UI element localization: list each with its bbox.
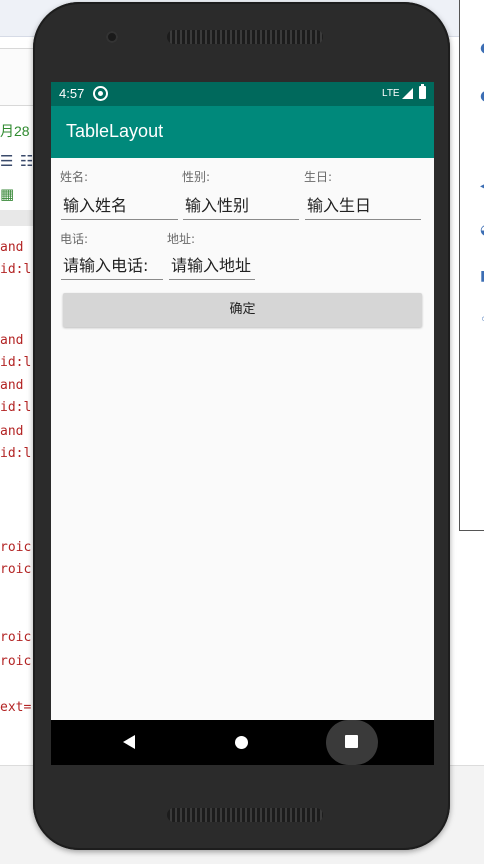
back-icon[interactable] [123, 735, 135, 749]
name-label: 姓名: [60, 170, 89, 184]
name-input[interactable]: 输入姓名 [61, 193, 178, 220]
phone-label: 电话: [60, 232, 89, 246]
device-screen: 4:57 LTE TableLayout 姓名: 性别: 生日: 输入姓名 输入… [51, 82, 434, 765]
phone-frame: 4:57 LTE TableLayout 姓名: 性别: 生日: 输入姓名 输入… [33, 2, 450, 850]
app-bar: TableLayout [51, 106, 434, 158]
camera-icon [106, 31, 118, 43]
code-line: roic [0, 654, 32, 669]
code-line: id:l [0, 262, 32, 277]
birthday-input[interactable]: 输入生日 [305, 193, 421, 220]
panel-icon[interactable]: ● [480, 40, 484, 56]
code-line: and [0, 424, 24, 439]
signal-icon [402, 88, 413, 99]
code-line: id:l [0, 446, 32, 461]
ide-date-text: 月28 [0, 123, 30, 139]
home-icon[interactable] [235, 736, 248, 749]
recents-icon[interactable] [345, 735, 358, 748]
table-layout: 姓名: 性别: 生日: 输入姓名 输入性别 输入生日 电话: 地址: 请输入电话… [51, 158, 434, 720]
panel-icon[interactable]: ◂ [480, 178, 484, 194]
image-icon[interactable]: ▦ [0, 185, 14, 203]
network-type: LTE [382, 88, 400, 99]
sync-icon [93, 86, 108, 101]
address-label: 地址: [167, 232, 196, 246]
code-line: roic [0, 540, 32, 555]
ide-right-panel: ● ● ◂ ◒ ▮ ◦ [459, 0, 484, 531]
gender-input[interactable]: 输入性别 [183, 193, 299, 220]
phone-input[interactable]: 请输入电话: [61, 253, 163, 280]
battery-icon [419, 84, 426, 99]
address-input[interactable]: 请输入地址 [169, 253, 255, 280]
code-line: id:l [0, 355, 32, 370]
code-line: roic [0, 562, 32, 577]
code-line: and [0, 378, 24, 393]
code-line: and [0, 333, 24, 348]
status-time: 4:57 [59, 86, 85, 101]
panel-icon[interactable]: ◒ [480, 222, 484, 238]
birthday-label: 生日: [304, 170, 333, 184]
bottom-speaker [167, 808, 323, 822]
code-line: and [0, 240, 24, 255]
top-speaker [167, 30, 323, 44]
confirm-button[interactable]: 确定 [63, 293, 422, 327]
status-bar: 4:57 LTE [51, 82, 434, 106]
code-line: roic [0, 630, 32, 645]
code-line: ext= [0, 700, 32, 715]
panel-icon[interactable]: ◦ [480, 312, 484, 328]
panel-icon[interactable]: ▮ [480, 268, 484, 284]
navigation-bar [51, 720, 434, 765]
panel-icon[interactable]: ● [480, 88, 484, 104]
gender-label: 性别: [182, 170, 211, 184]
numbered-list-icon[interactable]: ☷ [20, 152, 33, 170]
list-icon[interactable]: ☰ [0, 152, 13, 170]
code-line: id:l [0, 400, 32, 415]
app-title: TableLayout [66, 121, 164, 141]
